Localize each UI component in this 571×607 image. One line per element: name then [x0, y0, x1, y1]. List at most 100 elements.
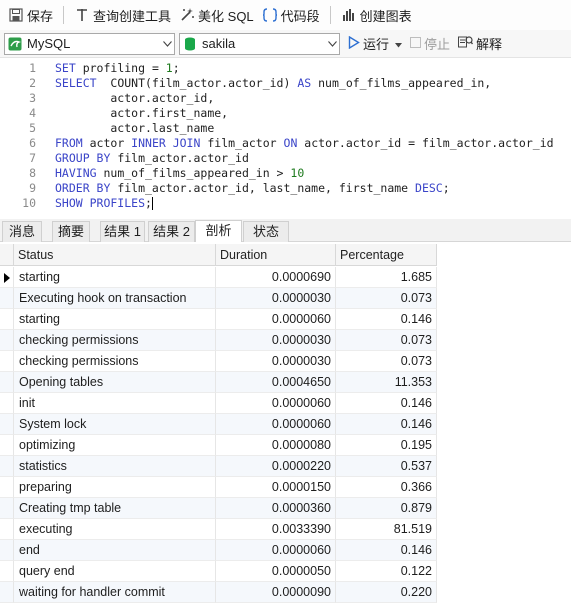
- duration-cell[interactable]: 0.0004650: [216, 372, 336, 393]
- percentage-cell[interactable]: 0.146: [336, 414, 437, 435]
- duration-cell[interactable]: 0.0000030: [216, 351, 336, 372]
- table-row[interactable]: query end 0.0000050 0.122: [0, 561, 437, 582]
- stop-button[interactable]: 停止: [410, 33, 450, 55]
- code-snippet-button[interactable]: 代码段: [258, 3, 324, 27]
- percentage-cell[interactable]: 0.073: [336, 330, 437, 351]
- connection-type-select[interactable]: MySQL: [4, 32, 175, 55]
- duration-cell[interactable]: 0.0000690: [216, 267, 336, 288]
- status-cell[interactable]: executing: [14, 519, 216, 540]
- table-row[interactable]: statistics 0.0000220 0.537: [0, 456, 437, 477]
- row-indicator[interactable]: [0, 498, 14, 519]
- status-cell[interactable]: starting: [14, 267, 216, 288]
- duration-cell[interactable]: 0.0000050: [216, 561, 336, 582]
- result-tab[interactable]: 摘要: [52, 221, 90, 242]
- status-cell[interactable]: System lock: [14, 414, 216, 435]
- result-tab[interactable]: 剖析: [195, 220, 242, 242]
- create-chart-button[interactable]: 创建图表: [337, 3, 416, 27]
- percentage-cell[interactable]: 0.073: [336, 351, 437, 372]
- row-indicator[interactable]: [0, 582, 14, 603]
- table-row[interactable]: checking permissions 0.0000030 0.073: [0, 330, 437, 351]
- column-header-duration[interactable]: Duration: [216, 244, 336, 266]
- percentage-cell[interactable]: 0.366: [336, 477, 437, 498]
- sql-editor[interactable]: 1 SET profiling = 1; 2 SELECT COUNT(film_ac…: [0, 58, 571, 216]
- table-row[interactable]: starting 0.0000060 0.146: [0, 309, 437, 330]
- profile-result-grid[interactable]: Status Duration Percentage starting 0.000…: [0, 244, 571, 607]
- row-indicator[interactable]: [0, 330, 14, 351]
- percentage-cell[interactable]: 0.146: [336, 393, 437, 414]
- duration-cell[interactable]: 0.0000060: [216, 393, 336, 414]
- table-row[interactable]: checking permissions 0.0000030 0.073: [0, 351, 437, 372]
- table-row[interactable]: waiting for handler commit 0.0000090 0.220: [0, 582, 437, 603]
- table-row[interactable]: Opening tables 0.0004650 11.353: [0, 372, 437, 393]
- duration-cell[interactable]: 0.0000060: [216, 309, 336, 330]
- column-header-status[interactable]: Status: [14, 244, 216, 266]
- duration-cell[interactable]: 0.0000030: [216, 288, 336, 309]
- percentage-cell[interactable]: 0.220: [336, 582, 437, 603]
- duration-cell[interactable]: 0.0000060: [216, 540, 336, 561]
- duration-cell[interactable]: 0.0000090: [216, 582, 336, 603]
- table-row[interactable]: Executing hook on transaction 0.0000030 0.…: [0, 288, 437, 309]
- status-cell[interactable]: statistics: [14, 456, 216, 477]
- row-indicator[interactable]: [0, 288, 14, 309]
- percentage-cell[interactable]: 0.073: [336, 288, 437, 309]
- database-select[interactable]: sakila: [179, 32, 340, 55]
- beautify-sql-button[interactable]: 美化 SQL: [175, 3, 258, 27]
- duration-cell[interactable]: 0.0000060: [216, 414, 336, 435]
- result-tab[interactable]: 消息: [2, 221, 42, 242]
- result-tab[interactable]: 结果 1: [100, 221, 145, 242]
- status-cell[interactable]: query end: [14, 561, 216, 582]
- table-row[interactable]: optimizing 0.0000080 0.195: [0, 435, 437, 456]
- status-cell[interactable]: Creating tmp table: [14, 498, 216, 519]
- result-tab[interactable]: 结果 2: [148, 221, 195, 242]
- status-cell[interactable]: end: [14, 540, 216, 561]
- table-row[interactable]: executing 0.0033390 81.519: [0, 519, 437, 540]
- run-dropdown-icon[interactable]: [395, 36, 403, 51]
- row-indicator[interactable]: [0, 456, 14, 477]
- percentage-cell[interactable]: 0.122: [336, 561, 437, 582]
- status-cell[interactable]: optimizing: [14, 435, 216, 456]
- result-tab[interactable]: 状态: [243, 221, 289, 242]
- status-cell[interactable]: preparing: [14, 477, 216, 498]
- status-cell[interactable]: Opening tables: [14, 372, 216, 393]
- column-header-percentage[interactable]: Percentage: [336, 244, 437, 266]
- percentage-cell[interactable]: 0.195: [336, 435, 437, 456]
- run-button[interactable]: 运行: [348, 33, 403, 55]
- percentage-cell[interactable]: 1.685: [336, 267, 437, 288]
- row-indicator[interactable]: [0, 372, 14, 393]
- duration-cell[interactable]: 0.0000220: [216, 456, 336, 477]
- percentage-cell[interactable]: 0.146: [336, 309, 437, 330]
- table-row[interactable]: end 0.0000060 0.146: [0, 540, 437, 561]
- duration-cell[interactable]: 0.0033390: [216, 519, 336, 540]
- status-cell[interactable]: waiting for handler commit: [14, 582, 216, 603]
- duration-cell[interactable]: 0.0000030: [216, 330, 336, 351]
- table-row[interactable]: System lock 0.0000060 0.146: [0, 414, 437, 435]
- table-row[interactable]: init 0.0000060 0.146: [0, 393, 437, 414]
- row-indicator[interactable]: [0, 393, 14, 414]
- percentage-cell[interactable]: 0.879: [336, 498, 437, 519]
- row-indicator[interactable]: [0, 351, 14, 372]
- percentage-cell[interactable]: 0.146: [336, 540, 437, 561]
- row-indicator[interactable]: [0, 267, 14, 288]
- percentage-cell[interactable]: 11.353: [336, 372, 437, 393]
- table-row[interactable]: preparing 0.0000150 0.366: [0, 477, 437, 498]
- status-cell[interactable]: starting: [14, 309, 216, 330]
- row-indicator[interactable]: [0, 519, 14, 540]
- status-cell[interactable]: checking permissions: [14, 351, 216, 372]
- query-builder-button[interactable]: 查询创建工具: [70, 3, 175, 27]
- status-cell[interactable]: Executing hook on transaction: [14, 288, 216, 309]
- row-indicator[interactable]: [0, 414, 14, 435]
- row-indicator[interactable]: [0, 561, 14, 582]
- row-indicator[interactable]: [0, 309, 14, 330]
- row-indicator[interactable]: [0, 435, 14, 456]
- status-cell[interactable]: checking permissions: [14, 330, 216, 351]
- row-indicator[interactable]: [0, 540, 14, 561]
- status-cell[interactable]: init: [14, 393, 216, 414]
- duration-cell[interactable]: 0.0000080: [216, 435, 336, 456]
- row-indicator[interactable]: [0, 477, 14, 498]
- table-row[interactable]: starting 0.0000690 1.685: [0, 267, 437, 288]
- duration-cell[interactable]: 0.0000150: [216, 477, 336, 498]
- percentage-cell[interactable]: 0.537: [336, 456, 437, 477]
- explain-button[interactable]: 解释: [458, 33, 502, 55]
- table-row[interactable]: Creating tmp table 0.0000360 0.879: [0, 498, 437, 519]
- duration-cell[interactable]: 0.0000360: [216, 498, 336, 519]
